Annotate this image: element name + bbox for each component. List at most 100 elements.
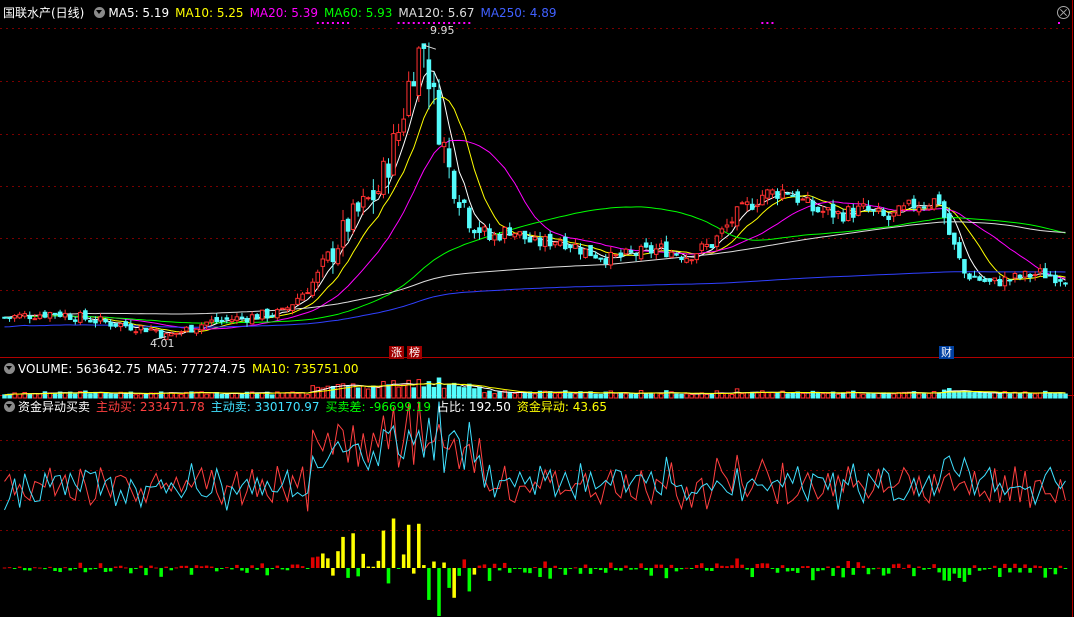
fund-bar xyxy=(629,568,633,570)
volume-bar xyxy=(689,393,694,399)
fund-bar xyxy=(987,568,992,569)
candle-body xyxy=(800,198,806,201)
candle-body xyxy=(997,279,1003,287)
stock-name[interactable]: 国联水产(日线) xyxy=(3,6,84,20)
candle-body xyxy=(98,316,103,322)
fund-bar xyxy=(492,563,497,568)
event-tag-limit-up[interactable]: 涨 xyxy=(389,346,404,359)
candle-body xyxy=(305,292,310,295)
fund-bar xyxy=(376,560,381,568)
volume-bar xyxy=(98,392,103,399)
fund-label-3: 占比: 192.50 xyxy=(437,400,511,414)
ma-label-0: MA5: 5.19 xyxy=(108,6,170,20)
event-dot xyxy=(458,22,461,24)
volume-bar xyxy=(209,392,214,399)
volume-bar xyxy=(441,387,447,399)
fund-bar xyxy=(806,565,810,568)
fund-bar xyxy=(816,568,820,572)
event-dot xyxy=(766,22,769,24)
candle-body xyxy=(421,43,427,49)
close-icon[interactable] xyxy=(1057,6,1070,19)
candle-body xyxy=(244,317,250,323)
ma-line-10 xyxy=(4,96,1066,333)
candle-body xyxy=(7,317,12,320)
candle-body xyxy=(472,229,477,234)
fund-bar xyxy=(750,568,755,578)
collapse-icon[interactable] xyxy=(4,363,15,374)
fund-bar xyxy=(391,518,396,568)
fund-bar xyxy=(881,568,886,576)
volume-bar xyxy=(446,384,452,399)
event-dot xyxy=(342,22,345,24)
volume-bar xyxy=(926,393,932,399)
volume-bar xyxy=(62,392,68,399)
fund-bar xyxy=(573,567,578,569)
candle-body xyxy=(532,236,538,241)
collapse-icon[interactable] xyxy=(4,401,15,412)
event-dot xyxy=(326,22,329,24)
volume-bar xyxy=(300,392,305,399)
volume-bar xyxy=(467,383,472,399)
volume-bar xyxy=(820,393,826,399)
fund-bar xyxy=(1013,563,1017,568)
fund-bar xyxy=(417,523,421,568)
volume-bar xyxy=(52,392,58,399)
volume-label-0: VOLUME: 563642.75 xyxy=(18,362,141,376)
event-tag-finance[interactable]: 财 xyxy=(939,346,954,359)
collapse-icon[interactable] xyxy=(94,7,106,18)
volume-bar xyxy=(866,393,871,399)
volume-bar xyxy=(512,392,518,399)
candle-body xyxy=(42,311,48,318)
volume-bar xyxy=(856,392,861,399)
candle-body xyxy=(724,224,730,228)
fund-bar xyxy=(159,568,163,577)
fund-bar xyxy=(871,568,876,570)
candle-body xyxy=(830,203,836,218)
volume-bar xyxy=(123,393,129,399)
candle-body xyxy=(643,242,649,248)
candle-body xyxy=(805,197,811,203)
volume-bar xyxy=(952,391,957,399)
volume-bar xyxy=(674,393,679,399)
fund-bar xyxy=(235,564,239,568)
fund-bar xyxy=(912,568,916,577)
candle-body xyxy=(866,205,871,211)
event-dot xyxy=(761,22,764,24)
fund-bar xyxy=(17,566,22,568)
volume-bar xyxy=(17,393,22,399)
candle-body xyxy=(300,293,305,301)
candle-body xyxy=(921,206,927,209)
candle-body xyxy=(507,227,513,236)
fund-bar xyxy=(937,568,941,573)
volume-bar xyxy=(366,388,371,399)
volume-bar xyxy=(583,392,588,399)
candle-body xyxy=(234,316,240,321)
candle-body xyxy=(108,321,113,327)
event-tag-list[interactable]: 榜 xyxy=(407,346,422,359)
volume-bar xyxy=(765,392,770,399)
candle-body xyxy=(57,311,63,317)
candle-body xyxy=(275,309,280,319)
fund-bar xyxy=(932,564,936,568)
volume-bar xyxy=(871,392,876,399)
fund-bar xyxy=(58,568,62,573)
candle-body xyxy=(88,320,93,323)
candle-body xyxy=(840,212,846,222)
candle-body xyxy=(916,206,922,213)
candle-body xyxy=(411,81,417,87)
candle-body xyxy=(47,312,53,319)
price-markers xyxy=(154,22,1060,341)
fund-bar xyxy=(290,564,295,568)
fund-bar xyxy=(583,564,588,568)
volume-bar xyxy=(416,379,422,399)
event-dot xyxy=(417,22,420,24)
candle-body xyxy=(936,194,942,205)
fund-bar xyxy=(922,568,926,570)
volume-bar xyxy=(573,393,578,399)
candle-body xyxy=(345,218,351,232)
ma-line-250 xyxy=(4,271,1066,328)
chart-grid xyxy=(0,0,1074,617)
candle-body xyxy=(613,254,619,257)
candle-body xyxy=(315,271,321,283)
ma-line-5 xyxy=(4,69,1066,335)
